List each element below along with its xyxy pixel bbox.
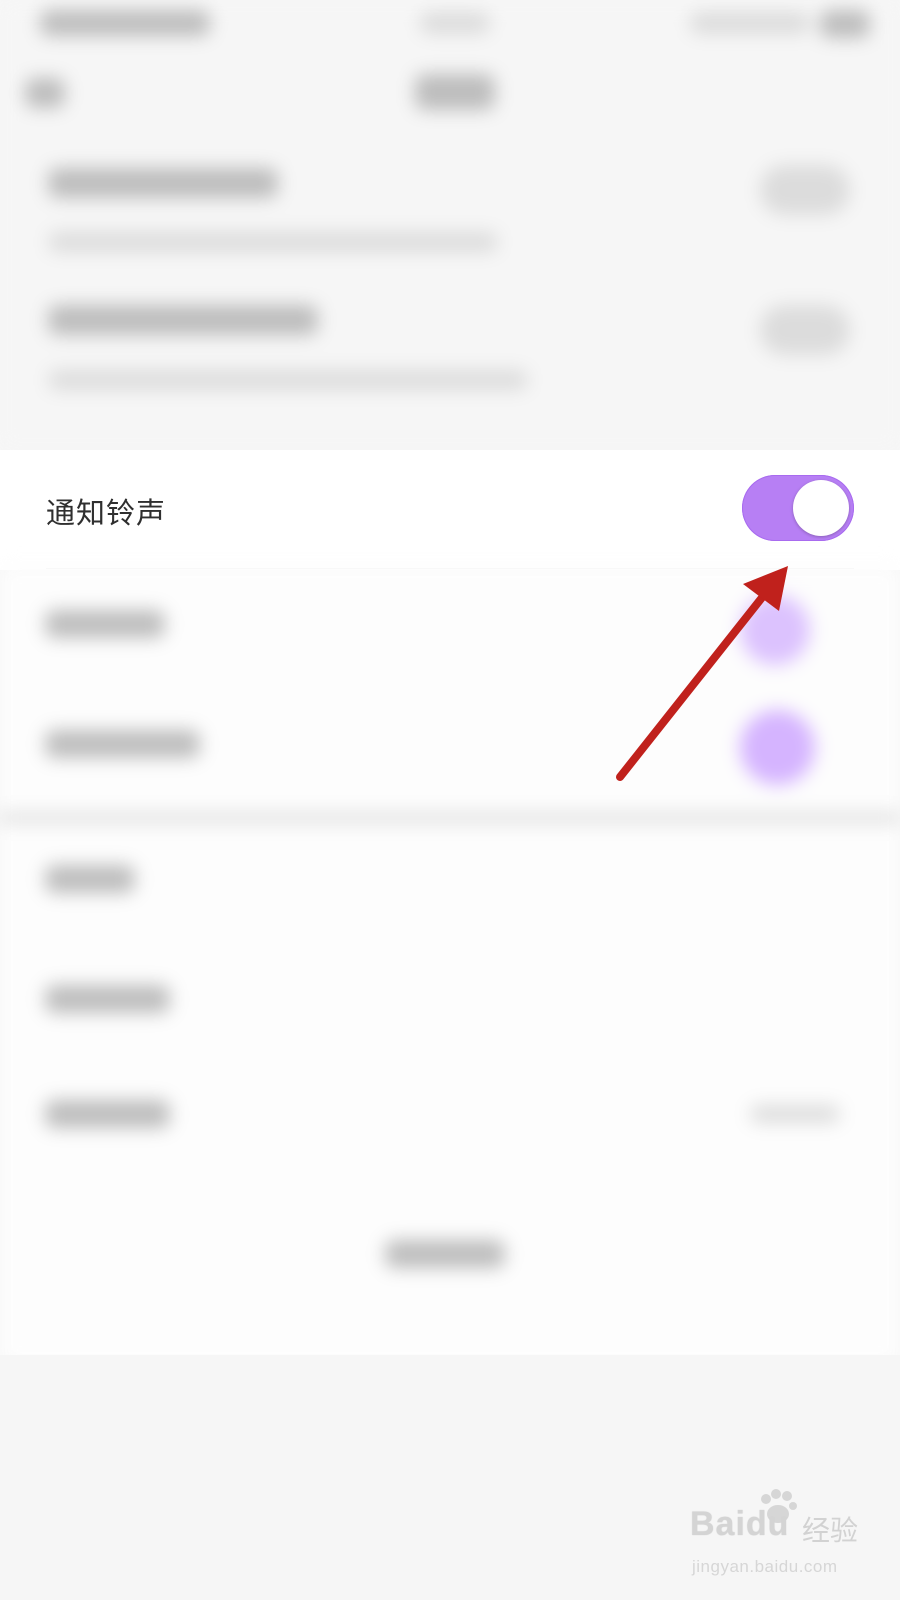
watermark-url: jingyan.baidu.com: [692, 1557, 838, 1576]
watermark-cn-text: 经验: [802, 1515, 859, 1546]
blurred-lower-region: [0, 565, 900, 1365]
blurred-top-region: [0, 0, 900, 450]
toggle-knob: [793, 480, 849, 536]
watermark-logo-text: Baidu: [690, 1505, 790, 1543]
settings-screen: 通知铃声 Baidu 经验 jingyan.baidu.com: [0, 0, 900, 1600]
notification-ringtone-label: 通知铃声: [46, 496, 167, 530]
baidu-jingyan-watermark: Baidu 经验 jingyan.baidu.com: [690, 1489, 880, 1585]
notification-ringtone-toggle[interactable]: [742, 475, 854, 541]
